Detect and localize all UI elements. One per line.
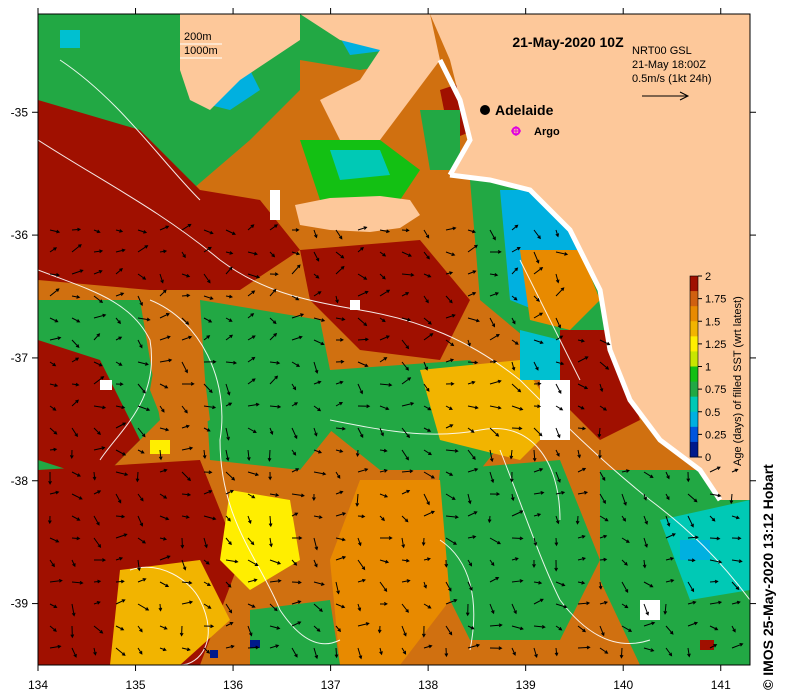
lon-tick-label: 140 [613,678,633,692]
colorbar-swatch [690,291,698,307]
colorbar-swatch [690,276,698,292]
lon-tick-label: 134 [28,678,48,692]
colorbar-tick-label: 2 [705,271,711,283]
adelaide-label: Adelaide [495,102,554,118]
colorbar-swatch [690,336,698,352]
adelaide-dot-icon [480,105,490,115]
lon-tick-label: 135 [126,678,146,692]
colorbar-tick-label: 0.25 [705,429,726,441]
colorbar-tick-label: 1 [705,362,711,374]
colorbar-tick-label: 0.75 [705,384,726,396]
colorbar-tick-label: 1.5 [705,316,720,328]
sst-age-map: 134 135 136 137 138 139 140 141 -35 -36 -37 -38 -39… [11,8,756,692]
lat-tick-label: -36 [11,228,29,242]
depth-legend-line1: 200m [184,31,212,43]
lat-tick-label: -38 [11,474,29,488]
colorbar-tick-label: 0 [705,452,711,464]
lat-tick-label: -37 [11,351,29,365]
lon-tick-label: 141 [711,678,731,692]
current-info-line3: 0.5m/s (1kt 24h) [632,73,711,85]
lon-tick-label: 139 [516,678,536,692]
colorbar-swatch [690,351,698,367]
colorbar-tick-label: 1.25 [705,339,726,351]
colorbar-swatch [690,321,698,337]
colorbar-swatch [690,306,698,322]
colorbar-tick-label: 1.75 [705,294,726,306]
colorbar-label: Age (days) of filled SST (wrt latest) [732,296,744,466]
credit-text: © IMOS 25-May-2020 13:12 Hobart [760,464,776,690]
lon-tick-label: 138 [418,678,438,692]
lat-tick-label: -35 [11,105,29,119]
current-info-line1: NRT00 GSL [632,45,692,57]
argo-label: Argo [534,126,560,138]
colorbar-swatch [690,426,698,443]
lon-tick-label: 136 [223,678,243,692]
colorbar-tick-label: 0.5 [705,407,720,419]
colorbar-swatch [690,366,698,383]
map-title: 21-May-2020 10Z [512,34,624,50]
colorbar-swatch [690,411,698,428]
colorbar-swatch [690,441,698,458]
map-plot-area [38,14,750,665]
current-info-line2: 21-May 18:00Z [632,59,706,71]
depth-legend-line2: 1000m [184,45,218,57]
colorbar-swatches [690,276,698,458]
lon-tick-label: 137 [321,678,341,692]
colorbar-swatch [690,381,698,398]
colorbar-swatch [690,396,698,413]
lat-tick-label: -39 [11,597,29,611]
